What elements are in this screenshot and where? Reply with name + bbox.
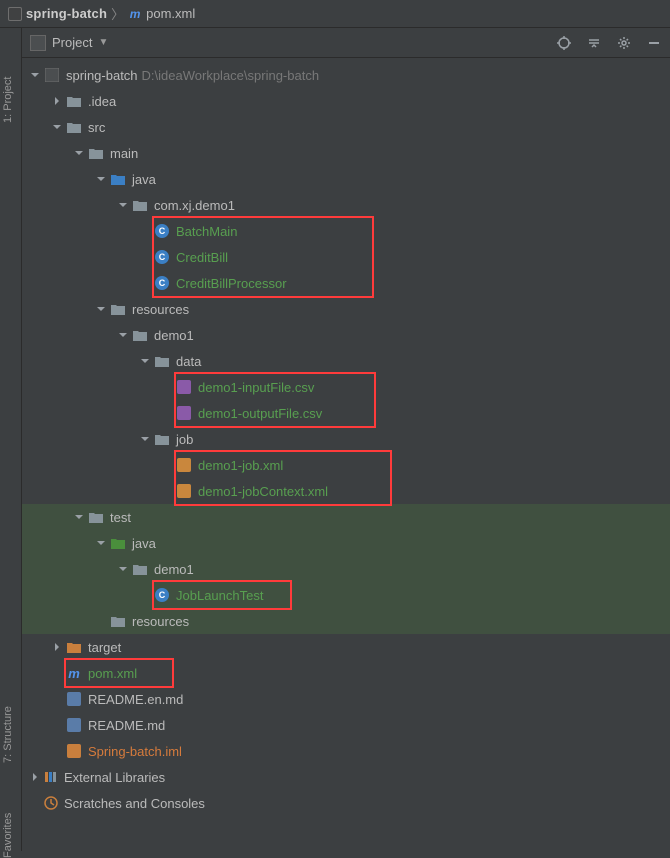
arrow-down-icon[interactable] <box>116 328 130 342</box>
side-tab-structure[interactable]: 7: Structure <box>2 706 14 763</box>
arrow-down-icon[interactable] <box>28 68 42 82</box>
tree-row-inputfile[interactable]: demo1-inputFile.csv <box>22 374 670 400</box>
arrow-down-icon[interactable] <box>116 198 130 212</box>
tree-row-job[interactable]: job <box>22 426 670 452</box>
arrow-down-icon[interactable] <box>50 120 64 134</box>
csv-icon <box>176 405 192 421</box>
tree-row-test-resources[interactable]: resources <box>22 608 670 634</box>
breadcrumb-separator: 〉 <box>111 4 124 23</box>
tree-row-scratches[interactable]: Scratches and Consoles <box>22 790 670 816</box>
collapse-all-icon[interactable] <box>586 35 602 51</box>
arrow-down-icon[interactable] <box>116 562 130 576</box>
tree-row-main[interactable]: main <box>22 140 670 166</box>
xml-icon <box>176 483 192 499</box>
arrow-right-icon[interactable] <box>28 770 42 784</box>
breadcrumb-file-label: pom.xml <box>146 6 195 21</box>
gear-icon[interactable] <box>616 35 632 51</box>
project-view-icon <box>30 35 46 51</box>
minimize-icon[interactable] <box>646 35 662 51</box>
arrow-down-icon[interactable] <box>138 354 152 368</box>
test-folder-icon <box>110 535 126 551</box>
arrow-down-icon[interactable] <box>94 172 108 186</box>
resources-folder-icon <box>110 613 126 629</box>
tree-row-readme[interactable]: README.md <box>22 712 670 738</box>
folder-icon <box>154 431 170 447</box>
panel-header: Project ▼ <box>22 28 670 58</box>
arrow-down-icon[interactable] <box>138 432 152 446</box>
tree-row-src[interactable]: src <box>22 114 670 140</box>
libraries-icon <box>44 770 58 784</box>
project-panel: Project ▼ <box>22 28 670 851</box>
tree-row-outputfile[interactable]: demo1-outputFile.csv <box>22 400 670 426</box>
folder-icon <box>88 509 104 525</box>
tree-row-creditbill[interactable]: C CreditBill <box>22 244 670 270</box>
breadcrumb-project[interactable]: spring-batch <box>8 6 107 21</box>
tree-row-joblaunchtest[interactable]: C JobLaunchTest <box>22 582 670 608</box>
folder-icon <box>66 119 82 135</box>
arrow-down-icon[interactable] <box>72 146 86 160</box>
maven-icon: m <box>128 7 142 21</box>
tree-root-path: D:\ideaWorkplace\spring-batch <box>142 68 320 83</box>
breadcrumb-file[interactable]: m pom.xml <box>128 6 195 21</box>
module-icon <box>8 7 22 21</box>
tree-row-readme-en[interactable]: README.en.md <box>22 686 670 712</box>
csv-icon <box>176 379 192 395</box>
arrow-down-icon[interactable] <box>94 536 108 550</box>
tree-row-iml[interactable]: Spring-batch.iml <box>22 738 670 764</box>
tree-row-jobxml[interactable]: demo1-job.xml <box>22 452 670 478</box>
arrow-right-icon[interactable] <box>50 640 64 654</box>
tree-row-res-demo1[interactable]: demo1 <box>22 322 670 348</box>
tree-row-data[interactable]: data <box>22 348 670 374</box>
tree-row-idea[interactable]: .idea <box>22 88 670 114</box>
folder-icon <box>88 145 104 161</box>
tree-row-root[interactable]: spring-batch D:\ideaWorkplace\spring-bat… <box>22 62 670 88</box>
tree-row-package[interactable]: com.xj.demo1 <box>22 192 670 218</box>
locate-icon[interactable] <box>556 35 572 51</box>
tree-row-pom[interactable]: m pom.xml <box>22 660 670 686</box>
side-tab-bar: 1: Project 7: Structure Favorites <box>0 28 22 851</box>
tree-row-test-demo1[interactable]: demo1 <box>22 556 670 582</box>
maven-icon: m <box>66 665 82 681</box>
xml-icon <box>176 457 192 473</box>
source-folder-icon <box>110 171 126 187</box>
tree-root-label: spring-batch <box>66 68 138 83</box>
tree-row-batchmain[interactable]: C BatchMain <box>22 218 670 244</box>
markdown-icon <box>66 691 82 707</box>
tree-row-test-java[interactable]: java <box>22 530 670 556</box>
tree-row-test[interactable]: test <box>22 504 670 530</box>
target-folder-icon <box>66 639 82 655</box>
project-tree[interactable]: spring-batch D:\ideaWorkplace\spring-bat… <box>22 58 670 851</box>
tree-row-resources[interactable]: resources <box>22 296 670 322</box>
arrow-down-icon[interactable] <box>72 510 86 524</box>
tree-row-java[interactable]: java <box>22 166 670 192</box>
class-icon: C <box>154 249 170 265</box>
folder-icon <box>154 353 170 369</box>
package-icon <box>132 561 148 577</box>
arrow-right-icon[interactable] <box>50 94 64 108</box>
panel-title[interactable]: Project <box>52 35 92 50</box>
tree-row-jobcontextxml[interactable]: demo1-jobContext.xml <box>22 478 670 504</box>
module-icon <box>44 67 60 83</box>
class-run-icon: C <box>154 587 170 603</box>
markdown-icon <box>66 717 82 733</box>
scratches-icon <box>44 796 58 810</box>
resources-folder-icon <box>110 301 126 317</box>
folder-icon <box>132 327 148 343</box>
folder-icon <box>66 93 82 109</box>
package-icon <box>132 197 148 213</box>
side-tab-favorites[interactable]: Favorites <box>2 813 14 858</box>
iml-icon <box>66 743 82 759</box>
tree-row-creditbillprocessor[interactable]: C CreditBillProcessor <box>22 270 670 296</box>
tree-row-external-libs[interactable]: External Libraries <box>22 764 670 790</box>
class-run-icon: C <box>154 223 170 239</box>
arrow-down-icon[interactable] <box>94 302 108 316</box>
tree-row-target[interactable]: target <box>22 634 670 660</box>
side-tab-project[interactable]: 1: Project <box>2 77 14 123</box>
class-icon: C <box>154 275 170 291</box>
breadcrumb-project-label: spring-batch <box>26 6 107 21</box>
chevron-down-icon[interactable]: ▼ <box>98 37 108 48</box>
breadcrumb: spring-batch 〉 m pom.xml <box>0 0 670 28</box>
